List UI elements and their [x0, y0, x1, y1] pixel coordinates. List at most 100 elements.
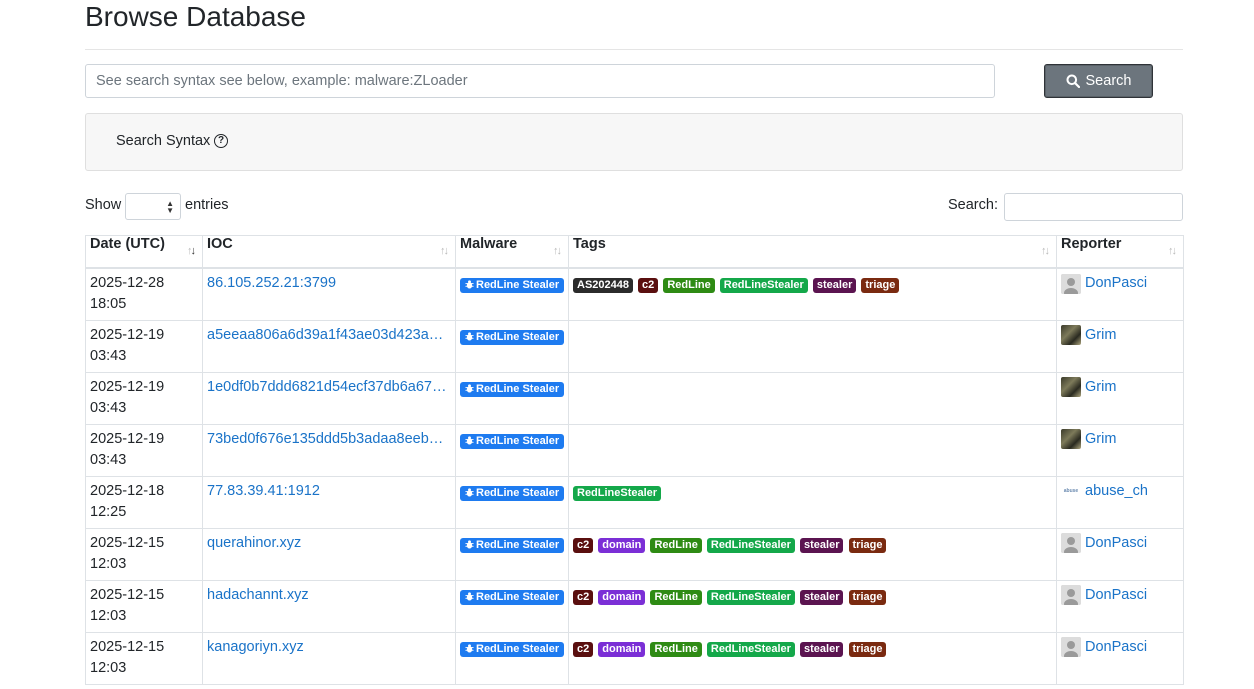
tags-cell: c2 domain RedLine RedLineStealer stealer…	[568, 579, 1057, 633]
tag-badge[interactable]: c2	[573, 537, 594, 553]
search-input[interactable]	[85, 64, 995, 98]
tag-badge[interactable]: triage	[848, 589, 887, 605]
tag-badge[interactable]: RedLineStealer	[706, 537, 795, 553]
tag-badge[interactable]: stealer	[800, 641, 844, 657]
ioc-link[interactable]: querahinor.xyz	[207, 533, 451, 554]
tag-badge[interactable]: triage	[861, 278, 900, 293]
tags-cell	[568, 423, 1057, 477]
tag-badge[interactable]: triage	[848, 641, 887, 657]
ioc-cell: kanagoriyn.xyz	[202, 631, 456, 685]
malware-badge[interactable]: RedLine Stealer	[460, 278, 565, 293]
tag-badge[interactable]: domain	[598, 641, 646, 657]
tag-badge[interactable]: RedLineStealer	[706, 589, 795, 605]
ioc-cell: querahinor.xyz	[202, 527, 456, 581]
tags-cell: RedLineStealer	[568, 475, 1057, 529]
table-row: 2025-12-15 12:03 kanagoriyn.xyz RedLine Ste…	[85, 631, 1184, 685]
search-button-label: Search	[1085, 73, 1132, 89]
tags-cell: c2 domain RedLine RedLineStealer stealer…	[568, 631, 1057, 685]
entries-label: entries	[185, 197, 229, 213]
malware-cell: RedLine Stealer	[455, 475, 569, 529]
ioc-link[interactable]: 86.105.252.21:3799	[207, 273, 451, 294]
column-header-reporter[interactable]: Reporter ↑↓	[1056, 235, 1184, 269]
table-row: 2025-12-19 03:43 73bed0f676e135ddd5b3adaa8…	[85, 423, 1184, 477]
reporter-link[interactable]: DonPasci	[1085, 533, 1147, 554]
avatar: abuse	[1061, 481, 1081, 501]
malware-badge[interactable]: RedLine Stealer	[460, 433, 565, 449]
results-table: Date (UTC) ↑↓ IOC ↑↓ Malware ↑↓ Tags ↑↓ Repo…	[85, 235, 1184, 685]
ioc-cell: 1e0df0b7ddd6821d54ecf37db6a67…	[202, 371, 456, 425]
tag-badge[interactable]: stealer	[812, 278, 857, 293]
tag-badge[interactable]: RedLine	[663, 278, 715, 293]
column-header-ioc[interactable]: IOC ↑↓	[202, 235, 456, 269]
tag-badge[interactable]: c2	[638, 278, 659, 293]
tag-badge[interactable]: RedLine	[650, 589, 702, 605]
avatar	[1061, 533, 1081, 553]
bug-icon	[465, 539, 474, 549]
malware-badge[interactable]: RedLine Stealer	[460, 589, 565, 605]
ioc-link[interactable]: 73bed0f676e135ddd5b3adaa8eebe…	[207, 429, 451, 450]
search-syntax-panel[interactable]: Search Syntax ?	[85, 113, 1183, 171]
bug-icon	[465, 643, 474, 653]
column-header-malware[interactable]: Malware ↑↓	[455, 235, 569, 269]
tag-badge[interactable]: stealer	[800, 537, 844, 553]
reporter-link[interactable]: DonPasci	[1085, 585, 1147, 606]
malware-badge[interactable]: RedLine Stealer	[460, 329, 565, 345]
date-cell: 2025-12-18 12:25	[85, 475, 203, 529]
reporter-link[interactable]: DonPasci	[1085, 273, 1147, 294]
reporter-link[interactable]: Grim	[1085, 325, 1116, 346]
date-cell: 2025-12-28 18:05	[85, 267, 203, 321]
tag-badge[interactable]: stealer	[800, 589, 844, 605]
ioc-link[interactable]: 1e0df0b7ddd6821d54ecf37db6a67…	[207, 377, 451, 398]
column-header-tags[interactable]: Tags ↑↓	[568, 235, 1057, 269]
avatar	[1061, 429, 1081, 449]
table-row: 2025-12-15 12:03 hadachannt.xyz RedLine Ste…	[85, 579, 1184, 633]
reporter-cell: abuse abuse_ch	[1056, 475, 1184, 529]
reporter-link[interactable]: Grim	[1085, 377, 1116, 398]
table-search-label: Search:	[948, 197, 998, 213]
malware-cell: RedLine Stealer	[455, 423, 569, 477]
tags-cell	[568, 319, 1057, 373]
table-header-row: Date (UTC) ↑↓ IOC ↑↓ Malware ↑↓ Tags ↑↓ Repo…	[85, 235, 1184, 269]
reporter-cell: DonPasci	[1056, 579, 1184, 633]
reporter-cell: DonPasci	[1056, 267, 1184, 321]
reporter-cell: Grim	[1056, 319, 1184, 373]
tag-badge[interactable]: RedLineStealer	[719, 278, 808, 293]
malware-badge[interactable]: RedLine Stealer	[460, 537, 565, 553]
tag-badge[interactable]: domain	[598, 589, 646, 605]
tag-badge[interactable]: c2	[573, 641, 594, 657]
ioc-link[interactable]: hadachannt.xyz	[207, 585, 451, 606]
malware-badge[interactable]: RedLine Stealer	[460, 641, 565, 657]
tag-badge[interactable]: triage	[848, 537, 887, 553]
ioc-link[interactable]: kanagoriyn.xyz	[207, 637, 451, 658]
tag-badge[interactable]: RedLine	[650, 641, 702, 657]
sort-icon: ↑↓	[553, 245, 562, 257]
date-cell: 2025-12-15 12:03	[85, 527, 203, 581]
entries-length-select[interactable]: ▲ ▼	[125, 193, 181, 220]
table-body: 2025-12-28 18:05 86.105.252.21:3799 RedLine…	[85, 267, 1184, 685]
table-row: 2025-12-28 18:05 86.105.252.21:3799 RedLine…	[85, 267, 1184, 321]
table-search-input[interactable]	[1004, 193, 1183, 221]
avatar	[1061, 637, 1081, 657]
tag-badge[interactable]: RedLineStealer	[706, 641, 795, 657]
tag-badge[interactable]: c2	[573, 589, 594, 605]
date-cell: 2025-12-15 12:03	[85, 579, 203, 633]
tag-badge[interactable]: RedLineStealer	[573, 485, 662, 501]
tag-badge[interactable]: AS202448	[573, 278, 633, 293]
malware-cell: RedLine Stealer	[455, 267, 569, 321]
ioc-cell: 86.105.252.21:3799	[202, 267, 456, 321]
malware-badge[interactable]: RedLine Stealer	[460, 485, 565, 501]
ioc-link[interactable]: a5eeaa806a6d39a1f43ae03d423a6…	[207, 325, 451, 346]
question-circle-icon[interactable]: ?	[214, 134, 228, 148]
reporter-link[interactable]: Grim	[1085, 429, 1116, 450]
search-button[interactable]: Search	[1044, 64, 1153, 98]
tag-badge[interactable]: domain	[598, 537, 646, 553]
tag-badge[interactable]: RedLine	[650, 537, 702, 553]
malware-badge[interactable]: RedLine Stealer	[460, 381, 565, 397]
reporter-link[interactable]: DonPasci	[1085, 637, 1147, 658]
bug-icon	[465, 487, 474, 497]
reporter-link[interactable]: abuse_ch	[1085, 481, 1148, 502]
ioc-link[interactable]: 77.83.39.41:1912	[207, 481, 451, 502]
column-header-date[interactable]: Date (UTC) ↑↓	[85, 235, 203, 269]
malware-cell: RedLine Stealer	[455, 371, 569, 425]
date-cell: 2025-12-19 03:43	[85, 423, 203, 477]
